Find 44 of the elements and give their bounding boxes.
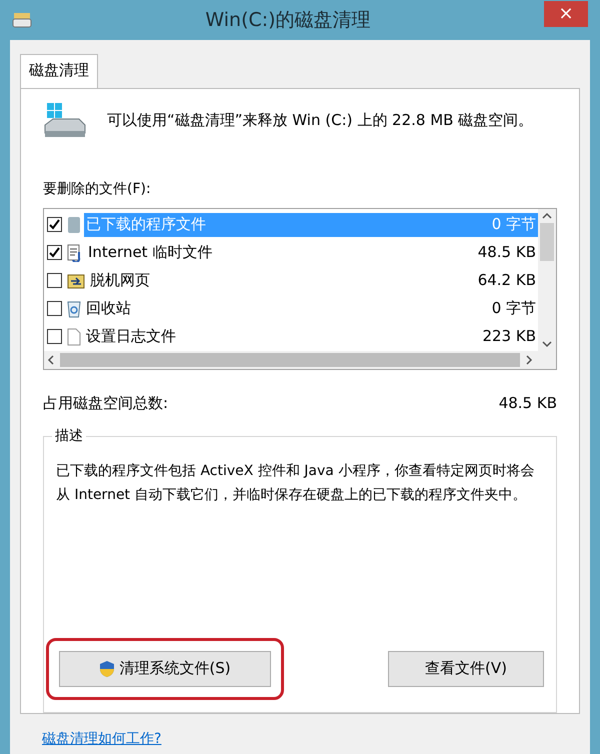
file-row[interactable]: Internet 临时文件 48.5 KB [86,240,538,264]
action-button[interactable]: 清理系统文件(S) [59,650,271,686]
window-title: Win(C:)的磁盘清理 [204,8,372,33]
checkbox[interactable] [47,245,62,260]
action-button[interactable]: 查看文件(V) [388,650,544,686]
files-label: 要删除的文件(F): [43,180,152,198]
intro-text: 可以使用“磁盘清理”来释放 Win (C:) 上的 22.8 MB 磁盘空间。 [107,110,534,132]
disk-cleanup-icon [12,11,32,29]
horizontal-scrollbar[interactable] [44,350,556,368]
recycle-bin-icon [67,300,81,318]
file-size: 223 KB [482,326,536,348]
scroll-thumb[interactable] [540,222,554,260]
scroll-right-icon[interactable] [524,354,534,366]
checkbox[interactable] [47,217,62,232]
file-size: 64.2 KB [478,270,536,292]
checkbox[interactable] [47,273,62,288]
check-icon [49,219,60,230]
file-row[interactable]: 回收站 0 字节 [84,296,538,320]
check-icon [49,247,60,258]
file-name: 设置日志文件 [86,326,176,348]
document-icon [67,244,83,262]
scroll-left-icon[interactable] [46,354,56,366]
shield-icon [99,660,116,678]
file-name: 脱机网页 [90,270,150,292]
file-name: 已下载的程序文件 [86,214,206,236]
file-name: Internet 临时文件 [88,242,212,264]
blank-document-icon [67,328,81,346]
tab[interactable]: 磁盘清理 [20,54,98,88]
total-value: 48.5 KB [498,392,557,414]
file-row[interactable]: 设置日志文件 223 KB [84,324,538,348]
description-text: 已下载的程序文件包括 ActiveX 控件和 Java 小程序，你查看特定网页时将会从 Internet 自动下载它们，并临时保存在硬盘上的已下载的程序文件夹中。 [56,462,536,505]
checkbox[interactable] [47,301,62,316]
file-size: 48.5 KB [478,242,536,264]
file-size: 0 字节 [492,214,536,236]
scroll-thumb[interactable] [60,352,520,366]
file-name: 回收站 [86,298,131,320]
vertical-scrollbar[interactable] [538,208,556,350]
close-button[interactable]: × [544,1,588,27]
checkbox[interactable] [47,329,62,344]
total-label: 占用磁盘空间总数: [43,392,168,414]
group-title: 描述 [52,427,86,445]
file-size: 0 字节 [492,298,536,320]
help-link[interactable]: 磁盘清理如何工作? [42,730,162,746]
file-row[interactable]: 脱机网页 64.2 KB [88,268,538,292]
